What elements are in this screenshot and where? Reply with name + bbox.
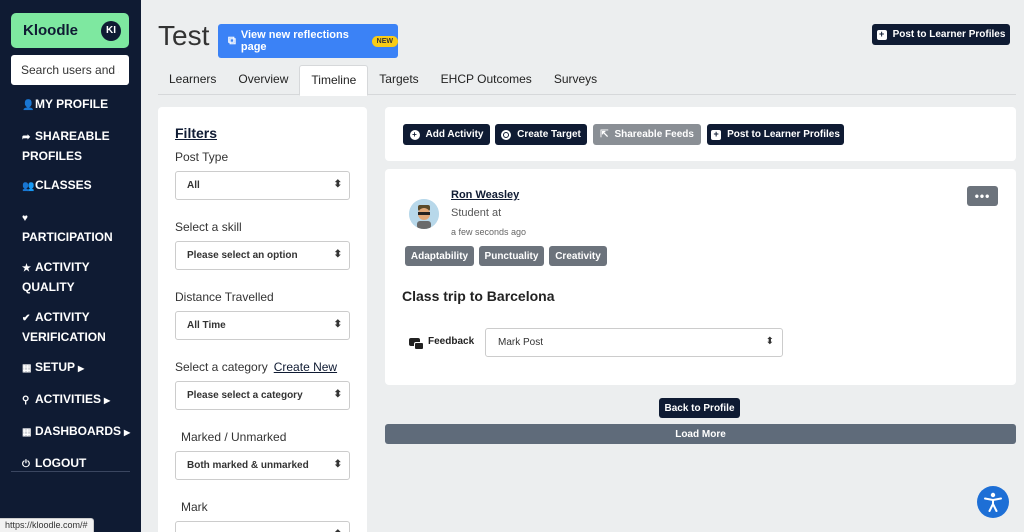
sidebar-item-dashboards[interactable]: ▦ DASHBOARDS ▶ xyxy=(0,422,141,442)
sidebar-item-shareable-profiles[interactable]: ➦ SHAREABLE PROFILES xyxy=(0,127,141,165)
post-author-link[interactable]: Ron Weasley xyxy=(451,189,519,201)
target-icon xyxy=(501,129,512,140)
shareable-feeds-button[interactable]: ⇱ Shareable Feeds xyxy=(593,124,701,145)
plus-square-icon: + xyxy=(711,129,722,140)
add-activity-button[interactable]: + Add Activity xyxy=(403,124,490,145)
sidebar-nav: 👤MY PROFILE ➦ SHAREABLE PROFILES 👥CLASSES… xyxy=(0,95,141,474)
grid-icon: ▦ xyxy=(22,427,32,438)
post-to-learner-profiles-top-button[interactable]: + Post to Learner Profiles xyxy=(872,24,1010,45)
star-icon: ★ xyxy=(22,263,31,274)
marked-label: Marked / Unmarked xyxy=(181,430,287,444)
back-to-profile-button[interactable]: Back to Profile xyxy=(659,398,740,418)
accessibility-icon xyxy=(984,492,1002,512)
post-timestamp: a few seconds ago xyxy=(451,227,527,237)
plus-square-icon: + xyxy=(876,29,887,40)
filters-panel: Filters Post Type All Select a skill Ple… xyxy=(158,107,367,532)
create-target-button[interactable]: Create Target xyxy=(495,124,587,145)
category-select[interactable]: Please select a category xyxy=(175,381,350,410)
users-icon: 👥 xyxy=(22,181,35,192)
post-type-label: Post Type xyxy=(175,150,229,164)
sidebar-item-participation[interactable]: ♥ PARTICIPATION xyxy=(0,208,141,246)
skill-label: Select a skill xyxy=(175,220,242,234)
post-type-select[interactable]: All xyxy=(175,171,350,200)
tab-surveys[interactable]: Surveys xyxy=(543,65,608,95)
heart-icon: ♥ xyxy=(22,213,28,224)
filters-title: Filters xyxy=(175,125,218,141)
timeline-post-card: Ron Weasley Student at a few seconds ago… xyxy=(385,169,1016,385)
sidebar-item-classes[interactable]: 👥CLASSES xyxy=(0,176,141,196)
sidebar-divider xyxy=(11,471,130,472)
category-label-row: Select a category Create New xyxy=(175,360,337,374)
sidebar: Kloodle KI 👤MY PROFILE ➦SHAREABLE PROFIL… xyxy=(0,0,141,532)
view-reflections-button[interactable]: ⧉ View new reflections page NEW xyxy=(218,24,398,58)
search-users-input[interactable] xyxy=(11,55,129,85)
skill-tag-creativity: Creativity xyxy=(549,246,607,266)
category-label: Select a category xyxy=(175,360,268,374)
skill-tag-adaptability: Adaptability xyxy=(405,246,474,266)
share-square-icon: ⇱ xyxy=(600,129,609,140)
tab-ehcp-outcomes[interactable]: EHCP Outcomes xyxy=(430,65,543,95)
create-new-category-link[interactable]: Create New xyxy=(274,360,337,374)
tab-timeline[interactable]: Timeline xyxy=(299,65,369,96)
share-icon: ➦ xyxy=(22,132,31,143)
timeline-action-bar: + Add Activity Create Target ⇱ Shareable… xyxy=(385,107,1016,161)
post-title: Class trip to Barcelona xyxy=(402,288,555,304)
tab-targets[interactable]: Targets xyxy=(368,65,429,95)
external-link-icon: ⧉ xyxy=(228,34,236,47)
post-to-learner-profiles-button[interactable]: + Post to Learner Profiles xyxy=(707,124,844,145)
marked-select[interactable]: Both marked & unmarked xyxy=(175,451,350,480)
check-circle-icon: ✔ xyxy=(22,313,31,324)
link-icon: ⚲ xyxy=(22,395,30,406)
distance-label: Distance Travelled xyxy=(175,290,274,304)
caret-right-icon: ▶ xyxy=(78,364,85,373)
user-initials-badge[interactable]: KI xyxy=(101,20,121,41)
sidebar-item-setup[interactable]: ▦ SETUP ▶ xyxy=(0,358,141,378)
grid-icon: ▦ xyxy=(22,363,32,374)
sidebar-item-activity-quality[interactable]: ★ ACTIVITY QUALITY xyxy=(0,258,141,296)
sidebar-item-activity-verification[interactable]: ✔ ACTIVITY VERIFICATION xyxy=(0,308,141,346)
mark-post-select[interactable]: Mark Post xyxy=(485,328,783,357)
avatar[interactable] xyxy=(409,199,439,229)
mark-filter-select[interactable] xyxy=(175,521,350,532)
status-bar-url: https://kloodle.com/# xyxy=(0,518,94,532)
post-author-role: Student at xyxy=(451,207,502,219)
page-title: Test xyxy=(158,20,210,51)
tab-bar: Learners Overview Timeline Targets EHCP … xyxy=(158,65,1016,96)
brand-name: Kloodle xyxy=(23,22,78,39)
skill-tag-punctuality: Punctuality xyxy=(479,246,544,266)
sidebar-item-my-profile[interactable]: 👤MY PROFILE xyxy=(0,95,141,115)
caret-right-icon: ▶ xyxy=(104,396,111,405)
plus-circle-icon: + xyxy=(409,129,420,140)
brand-logo[interactable]: Kloodle KI xyxy=(11,13,129,48)
comments-icon xyxy=(409,337,424,350)
more-options-button[interactable]: ••• xyxy=(967,186,998,206)
caret-right-icon: ▶ xyxy=(124,428,131,437)
accessibility-button[interactable] xyxy=(977,486,1009,518)
skill-select[interactable]: Please select an option xyxy=(175,241,350,270)
new-badge: NEW xyxy=(371,35,398,47)
tab-overview[interactable]: Overview xyxy=(227,65,299,95)
tab-learners[interactable]: Learners xyxy=(158,65,227,95)
user-icon: 👤 xyxy=(22,100,35,111)
mark-label: Mark xyxy=(181,500,208,514)
distance-select[interactable]: All Time xyxy=(175,311,350,340)
sidebar-item-activities[interactable]: ⚲ ACTIVITIES ▶ xyxy=(0,390,141,410)
load-more-button[interactable]: Load More xyxy=(385,424,1016,444)
feedback-label: Feedback xyxy=(409,336,474,350)
